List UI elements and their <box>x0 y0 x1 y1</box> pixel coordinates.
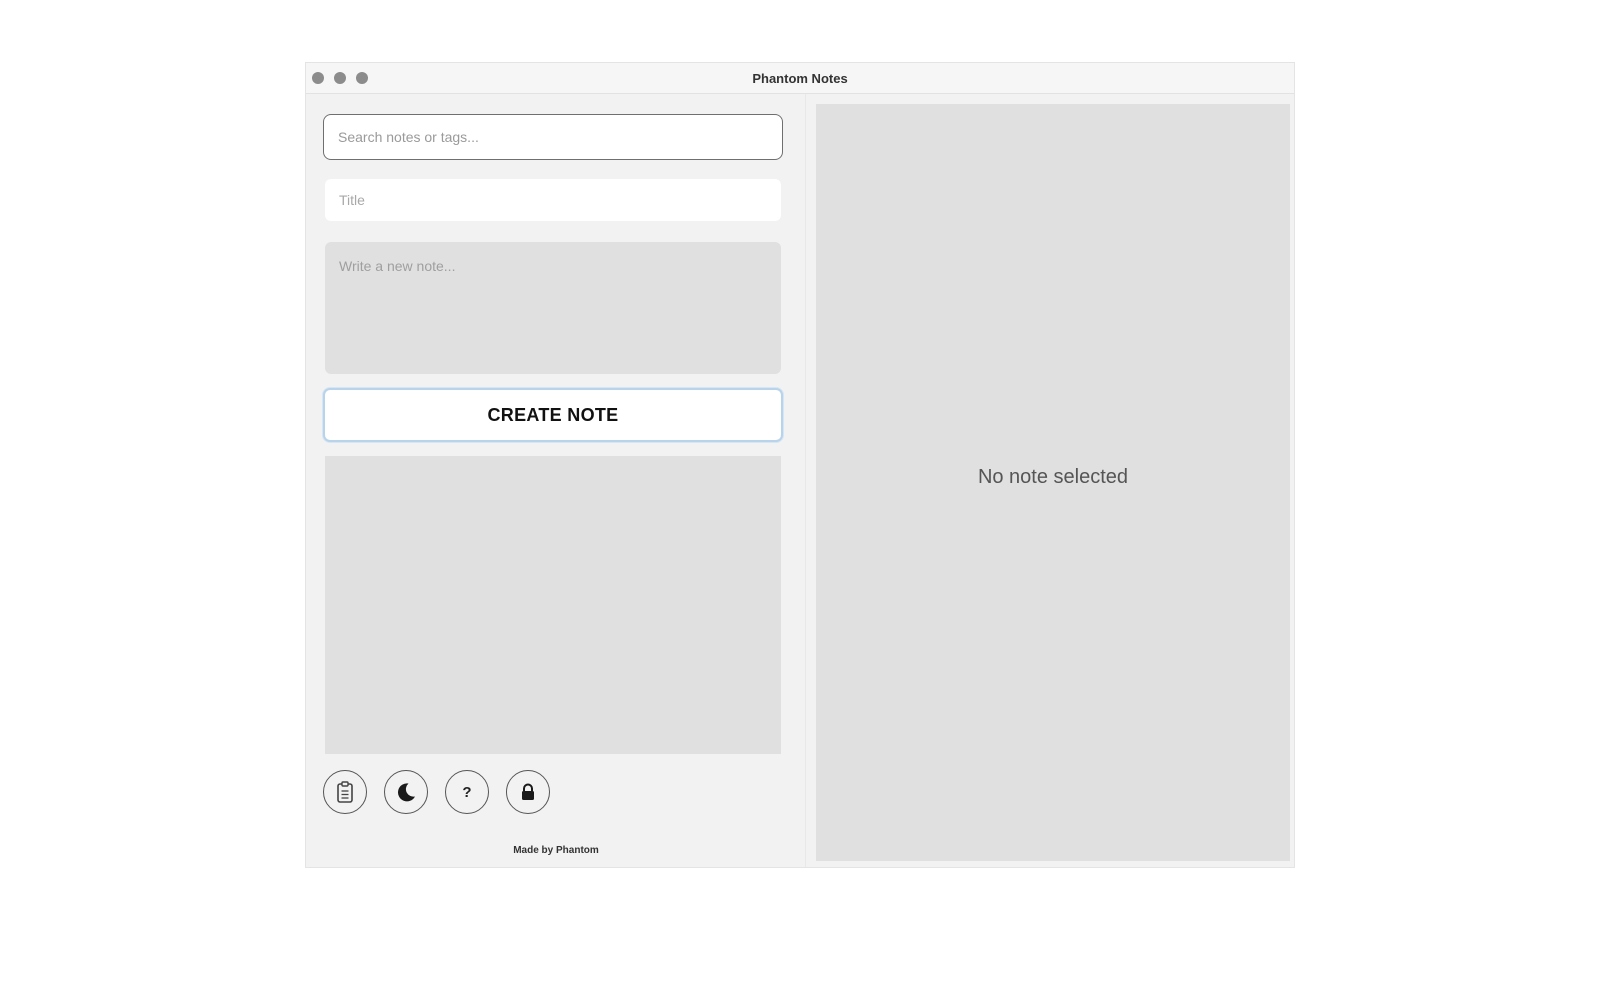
dark-mode-button[interactable] <box>384 770 428 814</box>
clipboard-icon <box>336 781 354 803</box>
lock-button[interactable] <box>506 770 550 814</box>
footer-credit: Made by Phantom <box>513 845 599 856</box>
notes-list[interactable] <box>325 456 781 754</box>
moon-icon <box>395 781 417 803</box>
sidebar-toolbar: ? <box>323 770 550 814</box>
note-detail-panel: No note selected <box>816 104 1290 861</box>
note-title-input[interactable] <box>325 179 781 221</box>
window-title: Phantom Notes <box>752 71 848 86</box>
empty-state-message: No note selected <box>977 466 1129 488</box>
search-input[interactable] <box>323 114 783 160</box>
clipboard-button[interactable] <box>323 770 367 814</box>
help-button[interactable]: ? <box>445 770 489 814</box>
app-window: Phantom Notes CREATE NOTE <box>305 62 1295 868</box>
sidebar: CREATE NOTE <box>306 94 806 867</box>
title-bar: Phantom Notes <box>306 63 1294 94</box>
note-body-textarea[interactable] <box>325 242 781 374</box>
create-note-button[interactable]: CREATE NOTE <box>323 388 783 442</box>
lock-icon <box>520 783 536 801</box>
help-icon: ? <box>462 783 472 801</box>
